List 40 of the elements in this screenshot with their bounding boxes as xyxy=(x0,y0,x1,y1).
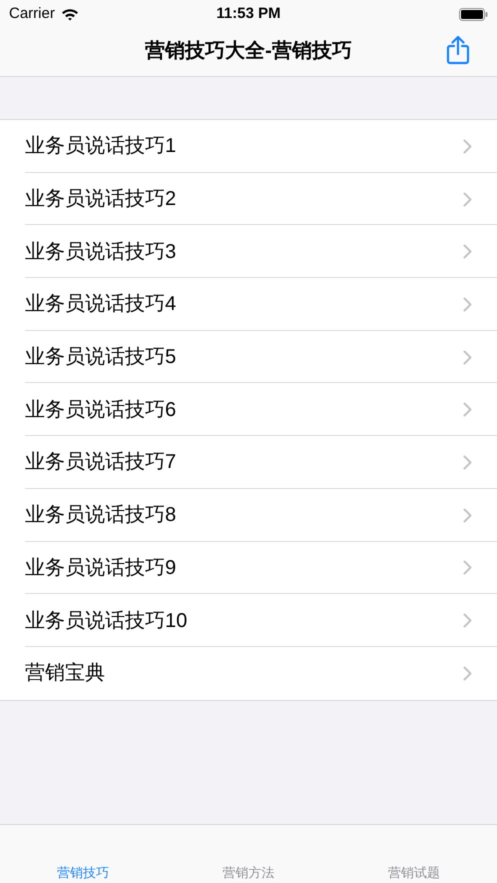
list-row[interactable]: 业务员说话技巧8 xyxy=(0,488,497,542)
list-row[interactable]: 营销宝典 xyxy=(0,646,497,700)
list-row[interactable]: 业务员说话技巧4 xyxy=(0,278,497,331)
list-row[interactable]: 业务员说话技巧10 xyxy=(0,594,497,647)
chevron-icon xyxy=(463,613,472,628)
row-label: 业务员说话技巧1 xyxy=(25,134,178,160)
list-row[interactable]: 业务员说话技巧1 xyxy=(0,120,497,173)
row-label: 业务员说话技巧9 xyxy=(25,556,178,581)
list-row[interactable]: 业务员说话技巧7 xyxy=(0,436,497,489)
chevron-icon xyxy=(463,138,472,154)
chevron-icon xyxy=(463,454,472,470)
clock-time: 11:53 PM xyxy=(216,4,281,24)
battery-icon xyxy=(459,8,488,20)
chevron-icon xyxy=(463,560,472,576)
chevron-icon xyxy=(463,402,472,418)
row-label: 业务员说话技巧6 xyxy=(25,398,178,423)
share-icon xyxy=(446,35,470,65)
chevron-icon xyxy=(463,508,472,523)
nav-title: 营销技巧大全-营销技巧 xyxy=(145,39,352,64)
chevron-icon xyxy=(463,192,472,207)
chevron-icon xyxy=(463,296,472,312)
row-label: 业务员说话技巧2 xyxy=(25,187,178,212)
row-label: 业务员说话技巧7 xyxy=(25,450,178,476)
row-label: 业务员说话技巧8 xyxy=(25,503,178,528)
row-label: 业务员说话技巧4 xyxy=(25,292,178,318)
list-row[interactable]: 业务员说话技巧9 xyxy=(0,542,497,594)
row-label: 营销宝典 xyxy=(25,661,106,686)
chevron-icon xyxy=(463,350,472,365)
chevron-icon xyxy=(463,244,472,260)
row-label: 业务员说话技巧10 xyxy=(25,608,188,634)
row-label: 业务员说话技巧3 xyxy=(25,240,178,265)
list-row[interactable]: 业务员说话技巧2 xyxy=(0,172,497,226)
list-row[interactable]: 业务员说话技巧3 xyxy=(0,225,497,278)
wifi-icon xyxy=(60,8,79,20)
list-row[interactable]: 业务员说话技巧6 xyxy=(0,383,497,436)
row-label: 业务员说话技巧5 xyxy=(25,345,178,370)
chevron-icon xyxy=(463,666,472,681)
list-row[interactable]: 业务员说话技巧5 xyxy=(0,330,497,384)
carrier-label: Carrier xyxy=(9,4,55,24)
share-button[interactable] xyxy=(445,35,471,65)
